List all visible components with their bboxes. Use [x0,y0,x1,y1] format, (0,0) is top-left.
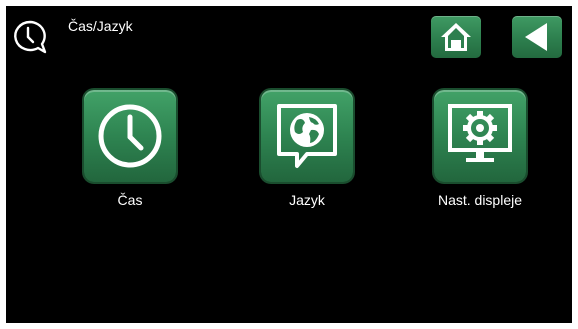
page-title: Čas/Jazyk [68,18,133,34]
globe-speech-bubble-icon [277,104,337,168]
tile-language-button[interactable] [261,90,353,182]
tile-language-label: Jazyk [289,192,325,208]
tile-language[interactable]: Jazyk [227,90,387,208]
home-button[interactable] [431,16,481,58]
home-icon [441,23,471,51]
tile-display-settings[interactable]: Nast. displeje [400,90,560,208]
back-arrow-icon [525,23,547,51]
tile-display-settings-button[interactable] [434,90,526,182]
clock-icon [98,104,162,168]
monitor-gear-icon [448,104,512,162]
tile-time-button[interactable] [84,90,176,182]
tile-time-label: Čas [117,192,143,208]
tile-display-settings-label: Nast. displeje [437,192,523,208]
clock-speech-bubble-icon [12,20,48,54]
back-button[interactable] [512,16,562,58]
screen: Čas/Jazyk Čas Jazyk Nast. displeje [6,6,572,323]
tile-time[interactable]: Čas [50,90,210,208]
